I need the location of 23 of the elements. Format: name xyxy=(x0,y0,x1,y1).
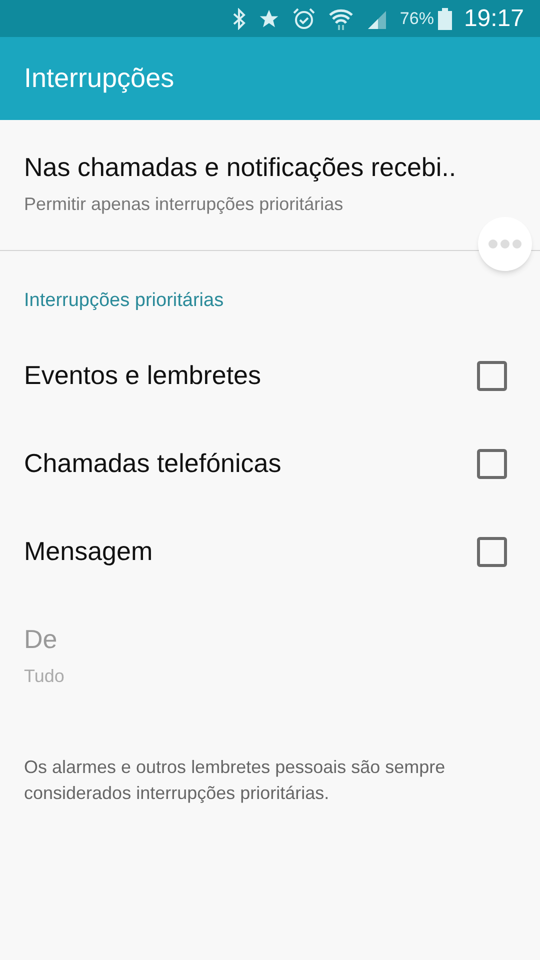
setting-title: Nas chamadas e notificações recebi.. xyxy=(24,151,458,184)
section-header: Interrupções prioritárias xyxy=(24,290,224,311)
checkbox-row[interactable]: Mensagem xyxy=(0,508,540,596)
checkbox[interactable] xyxy=(477,360,507,390)
screen-title: Interrupções xyxy=(24,62,174,96)
checkbox[interactable] xyxy=(477,536,507,566)
star-icon xyxy=(258,8,280,30)
info-note: Os alarmes e outros lembretes pessoais são sempre considerados interrupções prioritárias. xyxy=(24,756,446,805)
wifi-icon xyxy=(328,6,354,30)
battery-percentage: 76% xyxy=(400,8,434,30)
clock: 19:17 xyxy=(464,4,524,34)
more-icon xyxy=(488,239,522,249)
alarm-icon xyxy=(292,6,316,30)
option-label: Chamadas telefónicas xyxy=(24,447,282,480)
option-label: Eventos e lembretes xyxy=(24,359,262,392)
setting-summary: Tudo xyxy=(24,664,66,688)
option-label: Mensagem xyxy=(24,535,153,568)
checkbox-row[interactable]: Eventos e lembretes xyxy=(0,332,540,420)
checkbox[interactable] xyxy=(477,448,507,478)
checkbox-row[interactable]: Chamadas telefónicas xyxy=(0,420,540,508)
battery-icon xyxy=(438,8,452,30)
setting-summary: Permitir apenas interrupções prioritárias xyxy=(24,193,344,216)
bluetooth-icon xyxy=(232,8,246,30)
